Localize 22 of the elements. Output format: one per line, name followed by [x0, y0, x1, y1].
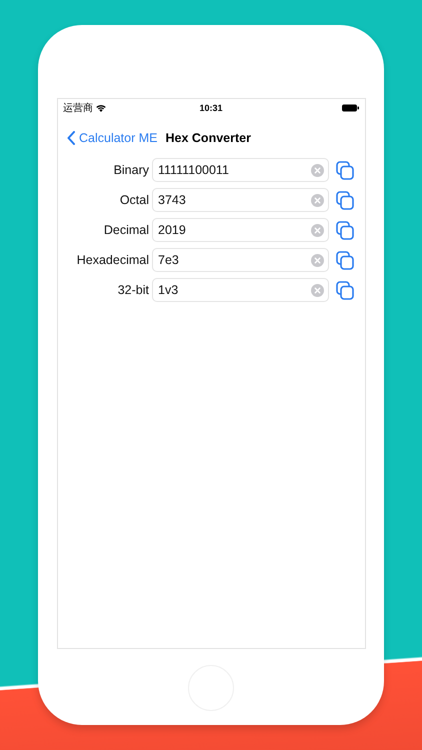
clock-time: 10:31 — [198, 103, 224, 113]
input-field[interactable]: 2019 — [152, 218, 329, 242]
copy-icon[interactable] — [336, 160, 354, 180]
field-label: Octal — [118, 193, 149, 207]
field-label: Decimal — [102, 223, 149, 237]
copy-icon[interactable] — [336, 190, 354, 210]
input-field[interactable]: 7e3 — [152, 248, 329, 272]
screen-title: Hex Converter — [166, 131, 251, 145]
input-field[interactable]: 1v3 — [152, 278, 329, 302]
copy-icon[interactable] — [336, 220, 354, 240]
copy-icon[interactable] — [336, 280, 354, 300]
back-button[interactable]: Calculator ME — [67, 131, 158, 145]
copy-icon[interactable] — [336, 250, 354, 270]
field-label: Binary — [112, 163, 149, 177]
wifi-icon — [96, 104, 106, 112]
input-field[interactable]: 3743 — [152, 188, 329, 212]
input-field[interactable]: 11111100011 — [152, 158, 329, 182]
back-chevron-icon — [67, 131, 75, 145]
field-label: 32-bit — [116, 283, 149, 297]
carrier-name: 运营商 — [63, 102, 93, 115]
battery-icon — [342, 104, 360, 112]
field-label: Hexadecimal — [76, 253, 149, 267]
